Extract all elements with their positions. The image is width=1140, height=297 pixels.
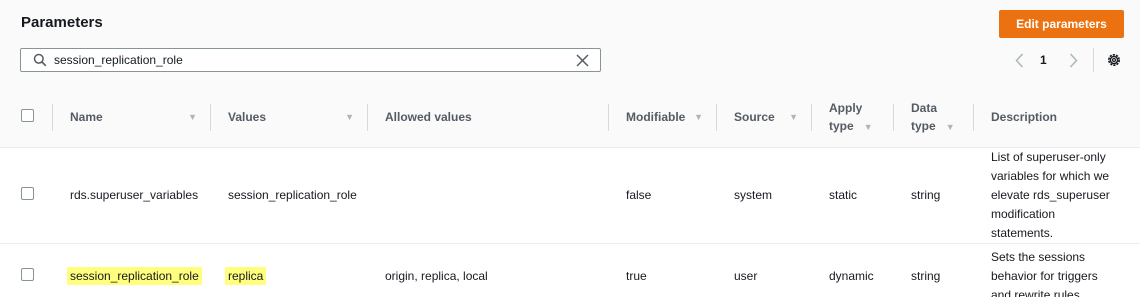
search-icon bbox=[29, 49, 51, 71]
sort-icon: ▼ bbox=[789, 112, 798, 123]
column-header-name[interactable]: Name ▼ bbox=[53, 88, 211, 148]
cell-values: session_replication_role bbox=[211, 147, 368, 244]
table-row[interactable]: session_replication_role replica origin,… bbox=[0, 243, 1140, 297]
search-match-highlight: replica bbox=[225, 267, 267, 285]
parameters-panel-header: Parameters Edit parameters session_repli… bbox=[0, 0, 1140, 88]
previous-page-icon[interactable] bbox=[1012, 51, 1026, 69]
parameters-table: Name ▼ Values ▼ Allowed values Modifiable ▼… bbox=[0, 88, 1140, 297]
cell-name: rds.superuser_variables bbox=[53, 147, 211, 244]
cell-source: system bbox=[717, 147, 812, 244]
cell-description: List of superuser-only variables for whi… bbox=[974, 147, 1140, 244]
column-header-values[interactable]: Values ▼ bbox=[211, 88, 368, 148]
column-header-allowed-values: Allowed values bbox=[368, 88, 609, 148]
search-input[interactable]: session_replication_role bbox=[54, 53, 572, 67]
edit-parameters-button[interactable]: Edit parameters bbox=[999, 10, 1124, 38]
cell-description: Sets the sessions behavior for triggers … bbox=[974, 243, 1140, 297]
column-header-data-type[interactable]: Data type ▼ bbox=[894, 88, 974, 148]
cell-name: session_replication_role bbox=[53, 243, 211, 297]
cell-source: user bbox=[717, 243, 812, 297]
cell-modifiable: true bbox=[609, 243, 717, 297]
row-checkbox[interactable] bbox=[21, 187, 34, 200]
next-page-icon[interactable] bbox=[1066, 51, 1080, 69]
pager-divider bbox=[1093, 48, 1094, 72]
cell-allowed-values bbox=[368, 147, 609, 244]
cell-data-type: string bbox=[894, 147, 974, 244]
cell-modifiable: false bbox=[609, 147, 717, 244]
sort-icon: ▼ bbox=[863, 121, 873, 132]
sort-icon: ▼ bbox=[694, 112, 703, 123]
cell-apply-type: dynamic bbox=[812, 243, 894, 297]
column-header-source[interactable]: Source ▼ bbox=[717, 88, 812, 148]
cell-allowed-values: origin, replica, local bbox=[368, 243, 609, 297]
select-all-checkbox-cell bbox=[0, 88, 53, 148]
column-header-description: Description bbox=[974, 88, 1140, 148]
cell-values: replica bbox=[211, 243, 368, 297]
panel-title: Parameters bbox=[21, 14, 103, 31]
search-match-highlight: session_replication_role bbox=[67, 267, 202, 285]
cell-data-type: string bbox=[894, 243, 974, 297]
table-row[interactable]: rds.superuser_variables session_replicat… bbox=[0, 147, 1140, 244]
row-checkbox[interactable] bbox=[21, 268, 34, 281]
column-header-apply-type[interactable]: Apply type ▼ bbox=[812, 88, 894, 148]
page-number[interactable]: 1 bbox=[1040, 53, 1047, 67]
table-header-row: Name ▼ Values ▼ Allowed values Modifiable ▼… bbox=[0, 88, 1140, 148]
gear-icon[interactable] bbox=[1105, 51, 1123, 69]
cell-apply-type: static bbox=[812, 147, 894, 244]
sort-icon: ▼ bbox=[945, 121, 955, 132]
select-all-checkbox[interactable] bbox=[21, 109, 34, 123]
sort-icon: ▼ bbox=[345, 112, 354, 123]
column-header-modifiable[interactable]: Modifiable ▼ bbox=[609, 88, 717, 148]
sort-icon: ▼ bbox=[188, 112, 197, 123]
search-field[interactable]: session_replication_role bbox=[20, 48, 601, 72]
close-icon[interactable] bbox=[572, 50, 592, 70]
